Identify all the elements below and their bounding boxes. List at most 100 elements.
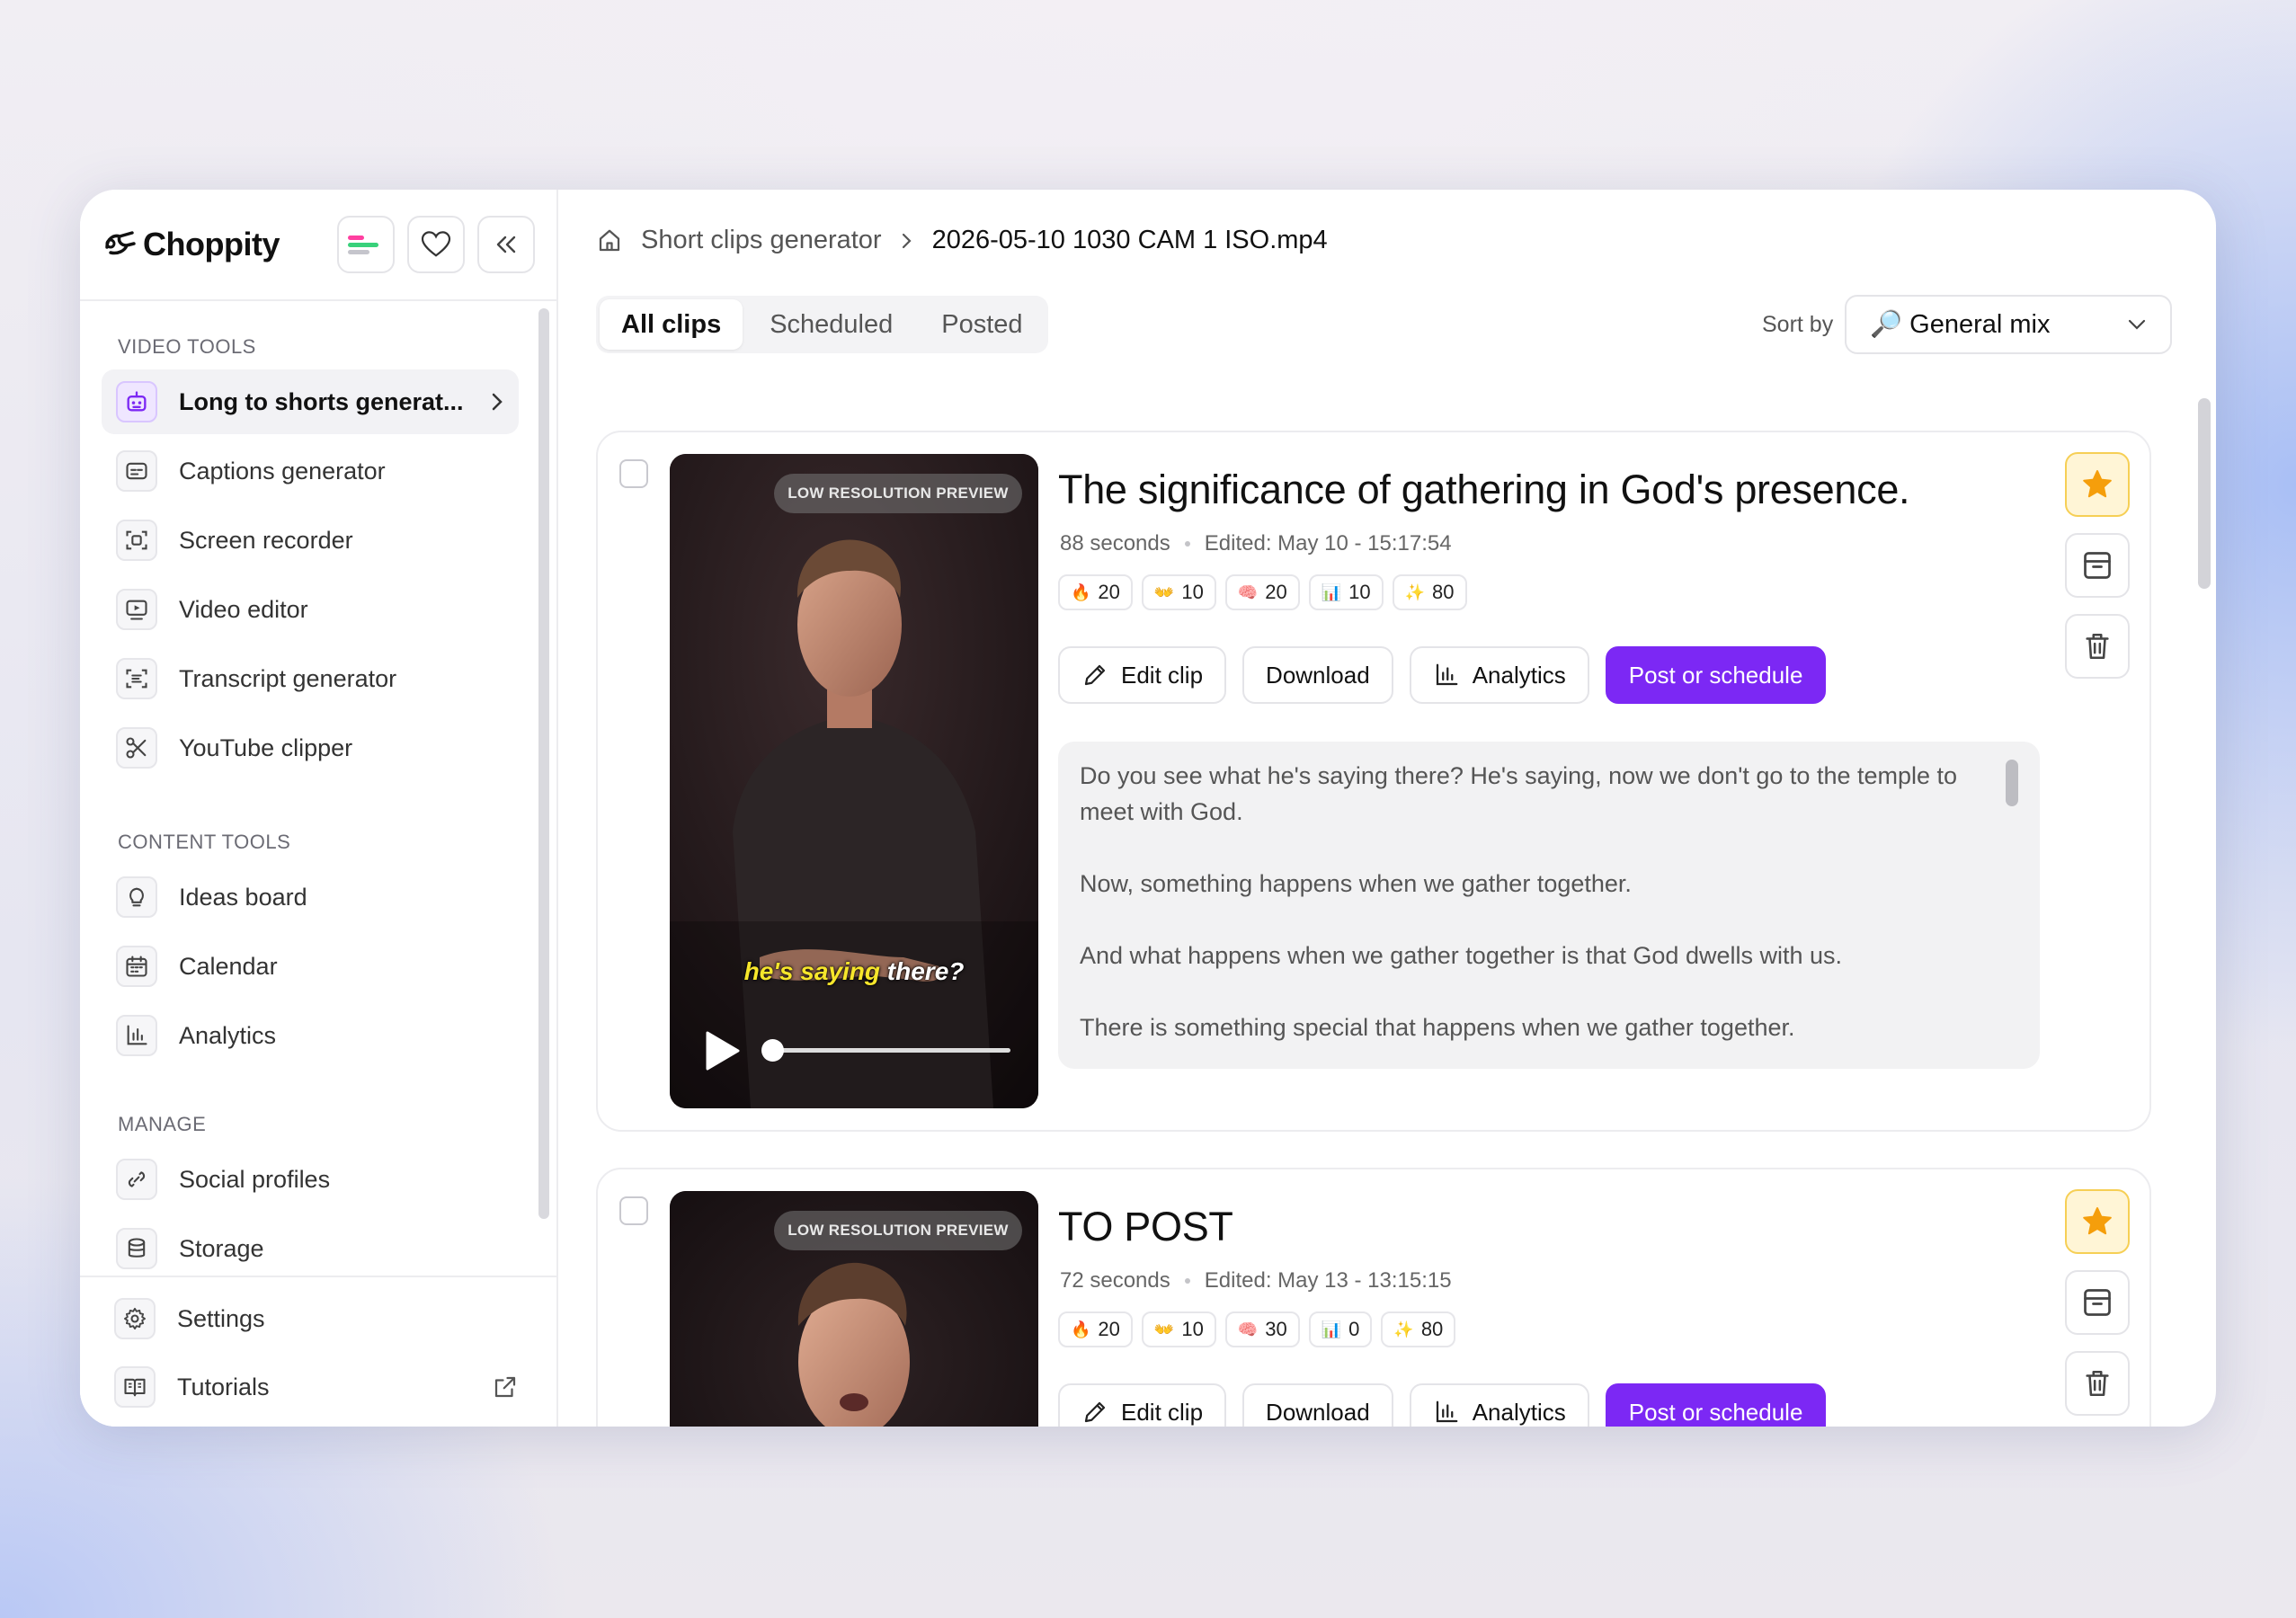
- edit-clip-button[interactable]: Edit clip: [1058, 646, 1227, 704]
- favorite-star-button[interactable]: [2065, 1189, 2130, 1254]
- sidebar: Choppity VIDEO TOOLS Long to shorts gene…: [80, 190, 558, 1427]
- logo[interactable]: Choppity: [102, 226, 280, 263]
- analytics-button[interactable]: Analytics: [1409, 1383, 1589, 1427]
- brain-icon: 🧠: [1237, 582, 1259, 601]
- progress-knob[interactable]: [761, 1039, 784, 1062]
- collapse-sidebar-button[interactable]: [477, 216, 535, 273]
- clip-video-preview[interactable]: LOW RESOLUTION PREVIEW: [670, 1191, 1038, 1427]
- app-window: Choppity VIDEO TOOLS Long to shorts gene…: [80, 190, 2216, 1427]
- score-badge-brain: 🧠 30: [1224, 1311, 1300, 1347]
- main-content: Short clips generator 2026-05-10 1030 CA…: [558, 190, 2216, 1427]
- separator-dot: [1184, 541, 1190, 547]
- download-button[interactable]: Download: [1242, 1383, 1393, 1427]
- post-or-schedule-button[interactable]: Post or schedule: [1605, 1383, 1827, 1427]
- sidebar-item-storage[interactable]: Storage: [102, 1216, 519, 1276]
- color-bars-icon: [348, 236, 378, 254]
- sidebar-item-video-editor[interactable]: Video editor: [102, 577, 519, 642]
- favorites-button[interactable]: [407, 216, 465, 273]
- pencil-icon: [1084, 664, 1106, 686]
- sidebar-item-label: Analytics: [179, 1021, 277, 1049]
- score-value: 0: [1348, 1318, 1360, 1340]
- trash-icon: [2086, 633, 2109, 660]
- sidebar-item-label: Storage: [179, 1234, 264, 1262]
- clip-meta: 72 seconds Edited: May 13 - 13:15:15: [1060, 1268, 1452, 1294]
- clip-title[interactable]: TO POST: [1058, 1204, 1233, 1250]
- score-value: 10: [1181, 581, 1204, 603]
- sidebar-item-long-to-shorts[interactable]: Long to shorts generat...: [102, 369, 519, 434]
- chart-icon: 📊: [1321, 1320, 1342, 1338]
- sidebar-item-captions-generator[interactable]: Captions generator: [102, 439, 519, 503]
- analytics-button[interactable]: Analytics: [1409, 646, 1589, 704]
- sidebar-item-label: Tutorials: [177, 1373, 270, 1400]
- sort-dropdown[interactable]: 🔎 General mix: [1845, 295, 2172, 354]
- tab-all-clips[interactable]: All clips: [600, 299, 743, 350]
- sparkles-icon: ✨: [1404, 582, 1426, 601]
- breadcrumb-root-link[interactable]: Short clips generator: [641, 226, 882, 255]
- sidebar-item-youtube-clipper[interactable]: YouTube clipper: [102, 716, 519, 780]
- sidebar-item-analytics[interactable]: Analytics: [102, 1003, 519, 1068]
- archive-button[interactable]: [2065, 533, 2130, 598]
- sidebar-item-calendar[interactable]: Calendar: [102, 934, 519, 999]
- trash-icon: [2086, 1370, 2109, 1397]
- sidebar-item-tutorials[interactable]: Tutorials: [100, 1353, 533, 1421]
- home-icon[interactable]: [596, 227, 623, 254]
- sidebar-item-transcript-generator[interactable]: Transcript generator: [102, 646, 519, 711]
- sparkles-icon: ✨: [1393, 1320, 1414, 1338]
- score-badge-sparkles: ✨ 80: [1392, 574, 1467, 610]
- sidebar-item-social-profiles[interactable]: Social profiles: [102, 1147, 519, 1212]
- clip-scores: 🔥 20 👐 10 🧠 20 📊 10 ✨ 80: [1058, 574, 1467, 610]
- app-name: Choppity: [143, 226, 280, 262]
- tab-scheduled[interactable]: Scheduled: [748, 299, 914, 350]
- section-label-video-tools: VIDEO TOOLS: [118, 335, 256, 358]
- button-label: Download: [1266, 1398, 1370, 1426]
- screen-record-icon: [116, 520, 157, 561]
- sidebar-item-label: Settings: [177, 1304, 265, 1332]
- button-label: Post or schedule: [1628, 661, 1803, 689]
- speaker-thumbnail-image: [670, 454, 1038, 1108]
- delete-button[interactable]: [2065, 614, 2130, 679]
- caption-highlight: he's saying: [743, 957, 881, 985]
- sidebar-item-screen-recorder[interactable]: Screen recorder: [102, 508, 519, 573]
- delete-button[interactable]: [2065, 1351, 2130, 1416]
- external-link-icon: [494, 1376, 516, 1398]
- clip-select-checkbox[interactable]: [619, 459, 648, 488]
- sidebar-nav: VIDEO TOOLS Long to shorts generat... Ca…: [80, 303, 556, 1276]
- archive-icon: [2084, 552, 2111, 579]
- video-progress-bar[interactable]: [761, 1039, 1010, 1062]
- download-button[interactable]: Download: [1242, 646, 1393, 704]
- archive-button[interactable]: [2065, 1270, 2130, 1335]
- favorite-star-button[interactable]: [2065, 452, 2130, 517]
- clip-transcript[interactable]: Do you see what he's saying there? He's …: [1058, 742, 2040, 1069]
- sidebar-footer: Settings Tutorials: [80, 1276, 556, 1427]
- score-value: 20: [1098, 581, 1120, 603]
- transcript-scrollbar[interactable]: [2006, 760, 2018, 806]
- score-value: 80: [1420, 1318, 1444, 1340]
- clip-select-checkbox[interactable]: [619, 1196, 648, 1225]
- edit-clip-button[interactable]: Edit clip: [1058, 1383, 1227, 1427]
- clip-video-preview[interactable]: LOW RESOLUTION PREVIEW he's saying there…: [670, 454, 1038, 1108]
- play-icon[interactable]: [702, 1029, 742, 1072]
- theme-toggle-button[interactable]: [337, 216, 395, 273]
- sidebar-scrollbar[interactable]: [538, 308, 549, 1219]
- choppity-logo-icon: [105, 231, 136, 255]
- fire-icon: 🔥: [1071, 582, 1091, 601]
- sidebar-item-label: Ideas board: [179, 883, 307, 911]
- button-label: Analytics: [1472, 1398, 1566, 1426]
- tab-posted[interactable]: Posted: [920, 299, 1044, 350]
- sidebar-item-label: Captions generator: [179, 457, 386, 485]
- transcript-paragraph: And what happens when we gather together…: [1080, 942, 1843, 969]
- score-value: 20: [1098, 1318, 1120, 1340]
- sidebar-item-ideas-board[interactable]: Ideas board: [102, 865, 519, 929]
- sidebar-item-settings[interactable]: Settings: [100, 1285, 533, 1353]
- post-or-schedule-button[interactable]: Post or schedule: [1605, 646, 1827, 704]
- clip-actions: Edit clip Download Analytics Post or sch…: [1058, 646, 1827, 704]
- section-label-manage: MANAGE: [118, 1113, 207, 1135]
- transcript-paragraph: Now, something happens when we gather to…: [1080, 870, 1632, 897]
- low-resolution-badge: LOW RESOLUTION PREVIEW: [774, 1211, 1022, 1250]
- score-badge-brain: 🧠 20: [1224, 574, 1300, 610]
- sidebar-item-label: Screen recorder: [179, 526, 353, 554]
- score-value: 10: [1181, 1318, 1204, 1340]
- bar-chart-icon: [1436, 1400, 1458, 1423]
- clip-title[interactable]: The significance of gathering in God's p…: [1058, 467, 1910, 513]
- main-scrollbar[interactable]: [2198, 398, 2211, 589]
